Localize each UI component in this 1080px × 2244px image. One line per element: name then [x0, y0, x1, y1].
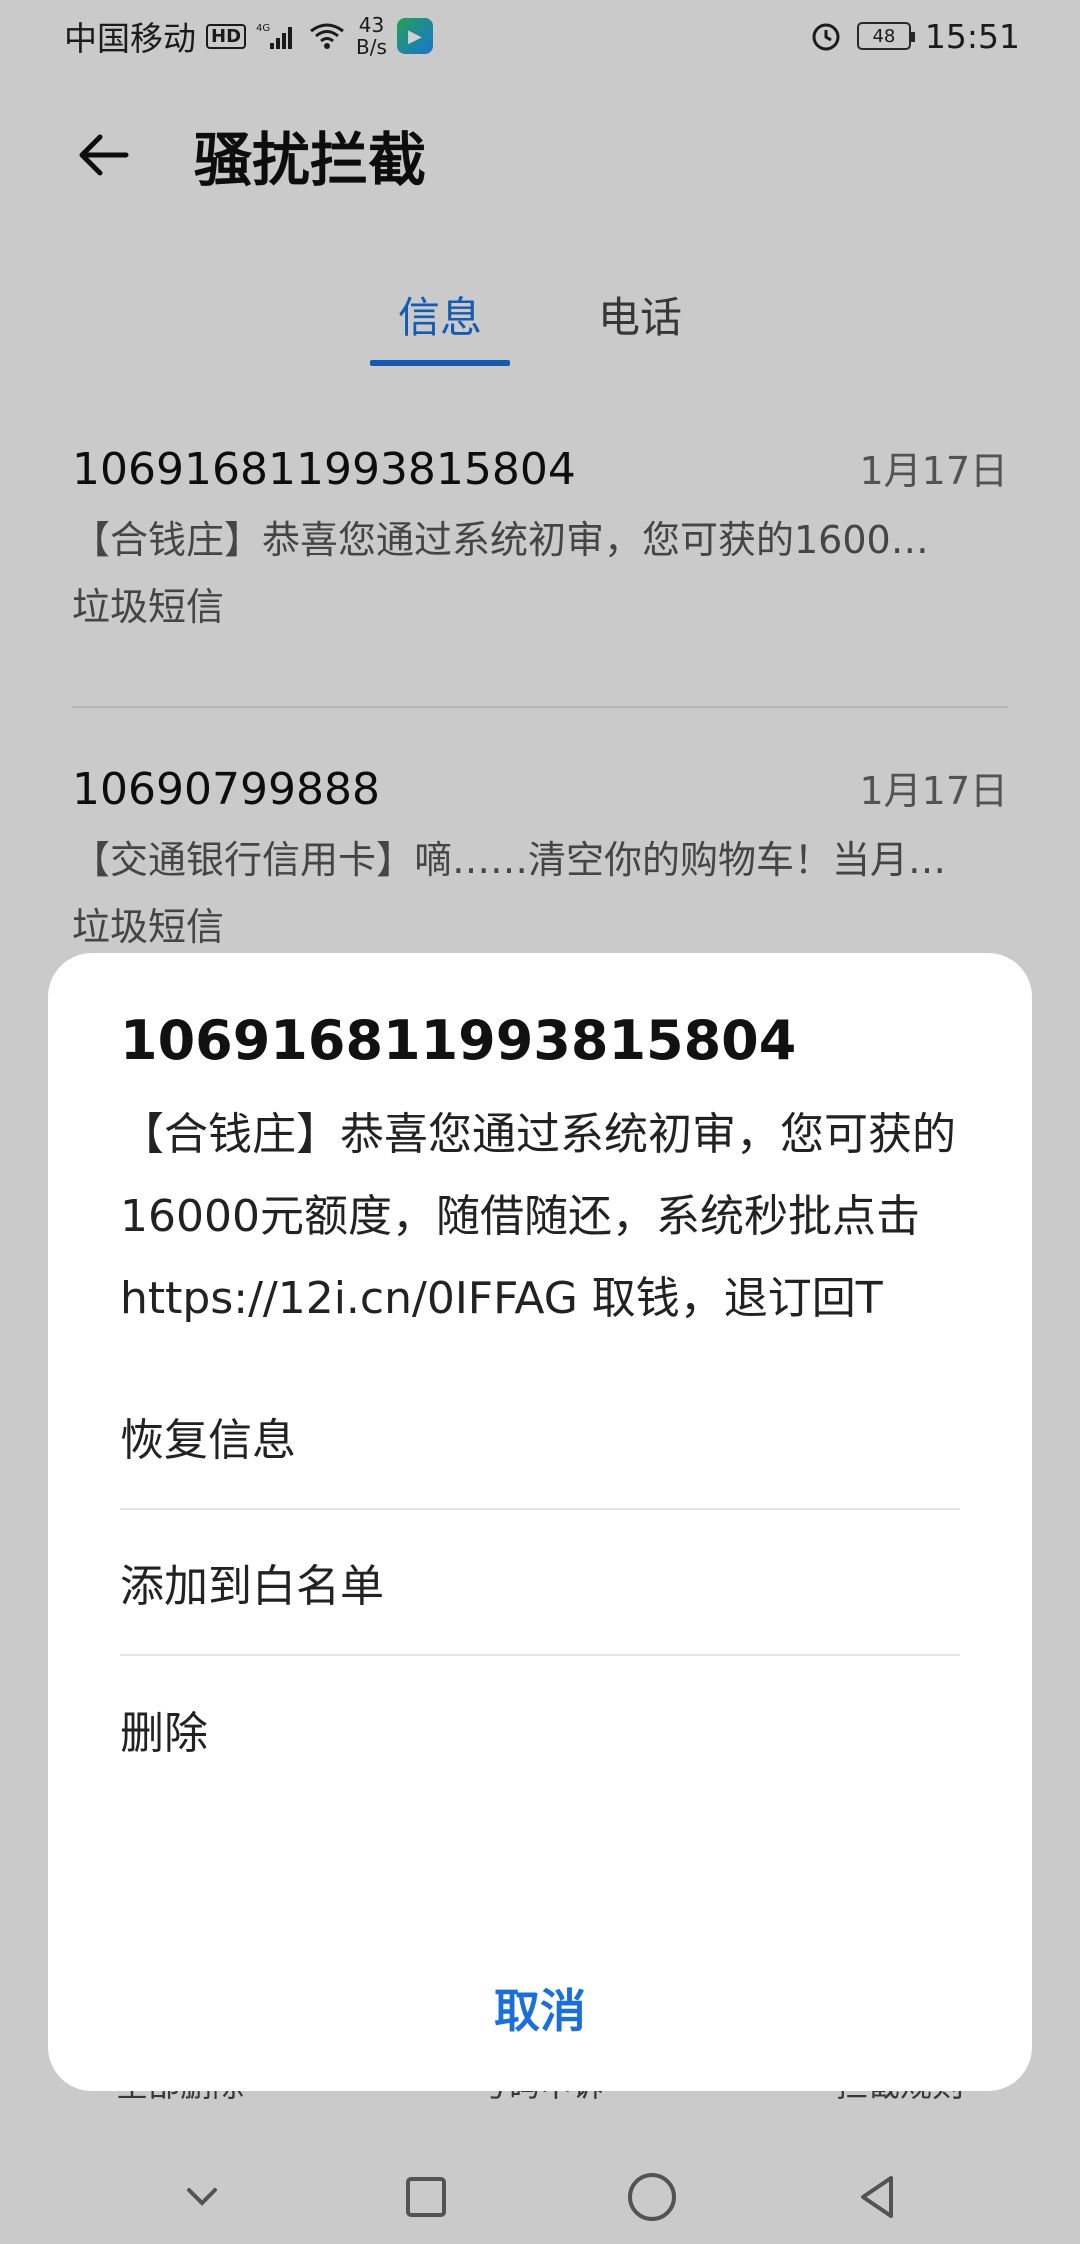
restore-message-option[interactable]: 恢复信息 [120, 1364, 960, 1510]
delete-option[interactable]: 删除 [120, 1656, 960, 1802]
dialog-title: 106916811993815804 [120, 1009, 797, 1072]
dialog-options: 恢复信息 添加到白名单 删除 [120, 1364, 960, 1802]
add-to-whitelist-option[interactable]: 添加到白名单 [120, 1510, 960, 1656]
dialog-message-body: 【合钱庄】恭喜您通过系统初审，您可获的16000元额度，随借随还，系统秒批点击 … [120, 1109, 956, 1324]
cancel-button[interactable]: 取消 [48, 1975, 1032, 2041]
message-action-dialog: 106916811993815804 【合钱庄】恭喜您通过系统初审，您可获的16… [48, 953, 1032, 2091]
